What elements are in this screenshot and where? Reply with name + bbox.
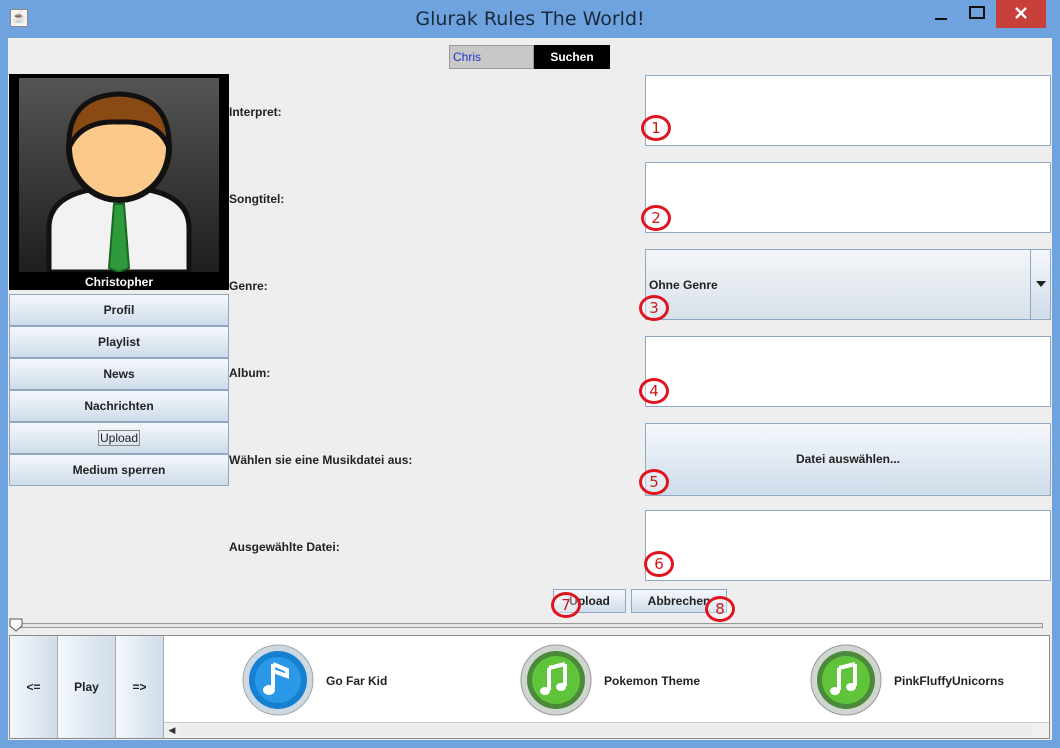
- music-note-blue-icon: [242, 644, 314, 716]
- genre-label: Genre:: [229, 279, 268, 293]
- chevron-down-icon[interactable]: [1030, 250, 1050, 319]
- song-title: Go Far Kid: [326, 674, 388, 688]
- previous-button[interactable]: <=: [10, 636, 58, 738]
- user-tag[interactable]: Chris: [449, 45, 534, 69]
- choose-file-button[interactable]: Datei auswählen...: [645, 423, 1051, 496]
- marker-3: 3: [639, 295, 669, 321]
- songtitel-field[interactable]: [645, 162, 1051, 233]
- nav-upload-label: Upload: [97, 430, 141, 446]
- avatar: [19, 78, 219, 275]
- marker-7: 7: [551, 592, 581, 618]
- songtitel-label: Songtitel:: [229, 192, 285, 206]
- nav-profil-button[interactable]: Profil: [9, 294, 229, 326]
- nav-news-button[interactable]: News: [9, 358, 229, 390]
- genre-selected-value: Ohne Genre: [649, 278, 718, 292]
- player-bar: <= Play => Go Far Kid Pokemon Theme Pink…: [9, 635, 1050, 739]
- nav-medium-sperren-button[interactable]: Medium sperren: [9, 454, 229, 486]
- nav-playlist-button[interactable]: Playlist: [9, 326, 229, 358]
- marker-6: 6: [644, 551, 674, 577]
- song-item[interactable]: PinkFluffyUnicorns: [810, 644, 1046, 720]
- song-item[interactable]: Go Far Kid: [242, 644, 462, 720]
- seek-thumb-handle[interactable]: [9, 618, 23, 632]
- scrollbar-track[interactable]: [181, 724, 1031, 736]
- close-icon: [1015, 7, 1027, 19]
- maximize-icon: [969, 6, 985, 19]
- horizontal-scrollbar[interactable]: ◀: [164, 722, 1049, 738]
- window-title: Glurak Rules The World!: [415, 8, 645, 30]
- interpret-field[interactable]: [645, 75, 1051, 146]
- genre-select[interactable]: Ohne Genre: [645, 249, 1051, 320]
- marker-2: 2: [641, 205, 671, 231]
- app-window: ☕ Glurak Rules The World! Chris Suchen C…: [0, 0, 1060, 748]
- selected-file-label: Ausgewählte Datei:: [229, 540, 340, 554]
- search-button[interactable]: Suchen: [534, 45, 610, 69]
- marker-8: 8: [705, 596, 735, 622]
- profile-name: Christopher: [84, 275, 153, 289]
- nav-nachrichten-button[interactable]: Nachrichten: [9, 390, 229, 422]
- scroll-left-icon[interactable]: ◀: [164, 723, 180, 738]
- album-label: Album:: [229, 366, 271, 380]
- marker-4: 4: [639, 378, 669, 404]
- minimize-button[interactable]: [924, 0, 958, 28]
- client-area: Chris Suchen Christopher Profil Playlist…: [8, 38, 1052, 740]
- play-button[interactable]: Play: [58, 636, 116, 738]
- nav-upload-button[interactable]: Upload: [9, 422, 229, 454]
- file-choose-label: Wählen sie eine Musikdatei aus:: [229, 453, 413, 467]
- marker-1: 1: [641, 115, 671, 141]
- song-item[interactable]: Pokemon Theme: [520, 644, 750, 720]
- song-title: Pokemon Theme: [604, 674, 701, 688]
- selected-file-field[interactable]: [645, 510, 1051, 581]
- title-bar[interactable]: ☕ Glurak Rules The World!: [0, 0, 1060, 38]
- maximize-button[interactable]: [958, 0, 996, 28]
- interpret-label: Interpret:: [229, 105, 282, 119]
- song-title: PinkFluffyUnicorns: [894, 674, 1005, 688]
- music-note-green-icon: [520, 644, 592, 716]
- marker-5: 5: [639, 469, 669, 495]
- album-field[interactable]: [645, 336, 1051, 407]
- next-button[interactable]: =>: [116, 636, 164, 738]
- user-avatar-icon: [46, 91, 192, 275]
- profile-card: Christopher: [9, 74, 229, 290]
- minimize-icon: [935, 18, 947, 20]
- close-button[interactable]: [996, 0, 1046, 28]
- music-note-green-icon: [810, 644, 882, 716]
- seek-bar-track[interactable]: [14, 623, 1043, 628]
